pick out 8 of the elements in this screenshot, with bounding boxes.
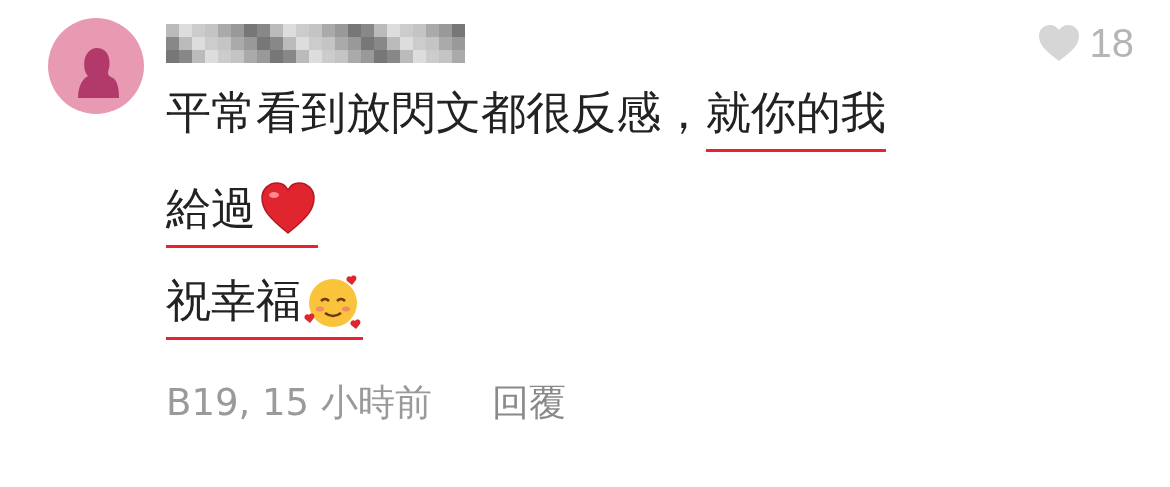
underlined-text: 給過 — [166, 181, 256, 237]
comment-text: 平常看到放閃文都很反感， — [166, 85, 706, 141]
underlined-text: 就你的我 — [706, 85, 886, 141]
post-meta: B19, 15 小時前 — [166, 380, 432, 426]
reply-link[interactable]: 回覆 — [491, 378, 566, 428]
like-count: 18 — [1089, 20, 1134, 66]
avatar[interactable] — [48, 18, 144, 114]
underlined-text: 祝幸福 — [166, 273, 301, 329]
